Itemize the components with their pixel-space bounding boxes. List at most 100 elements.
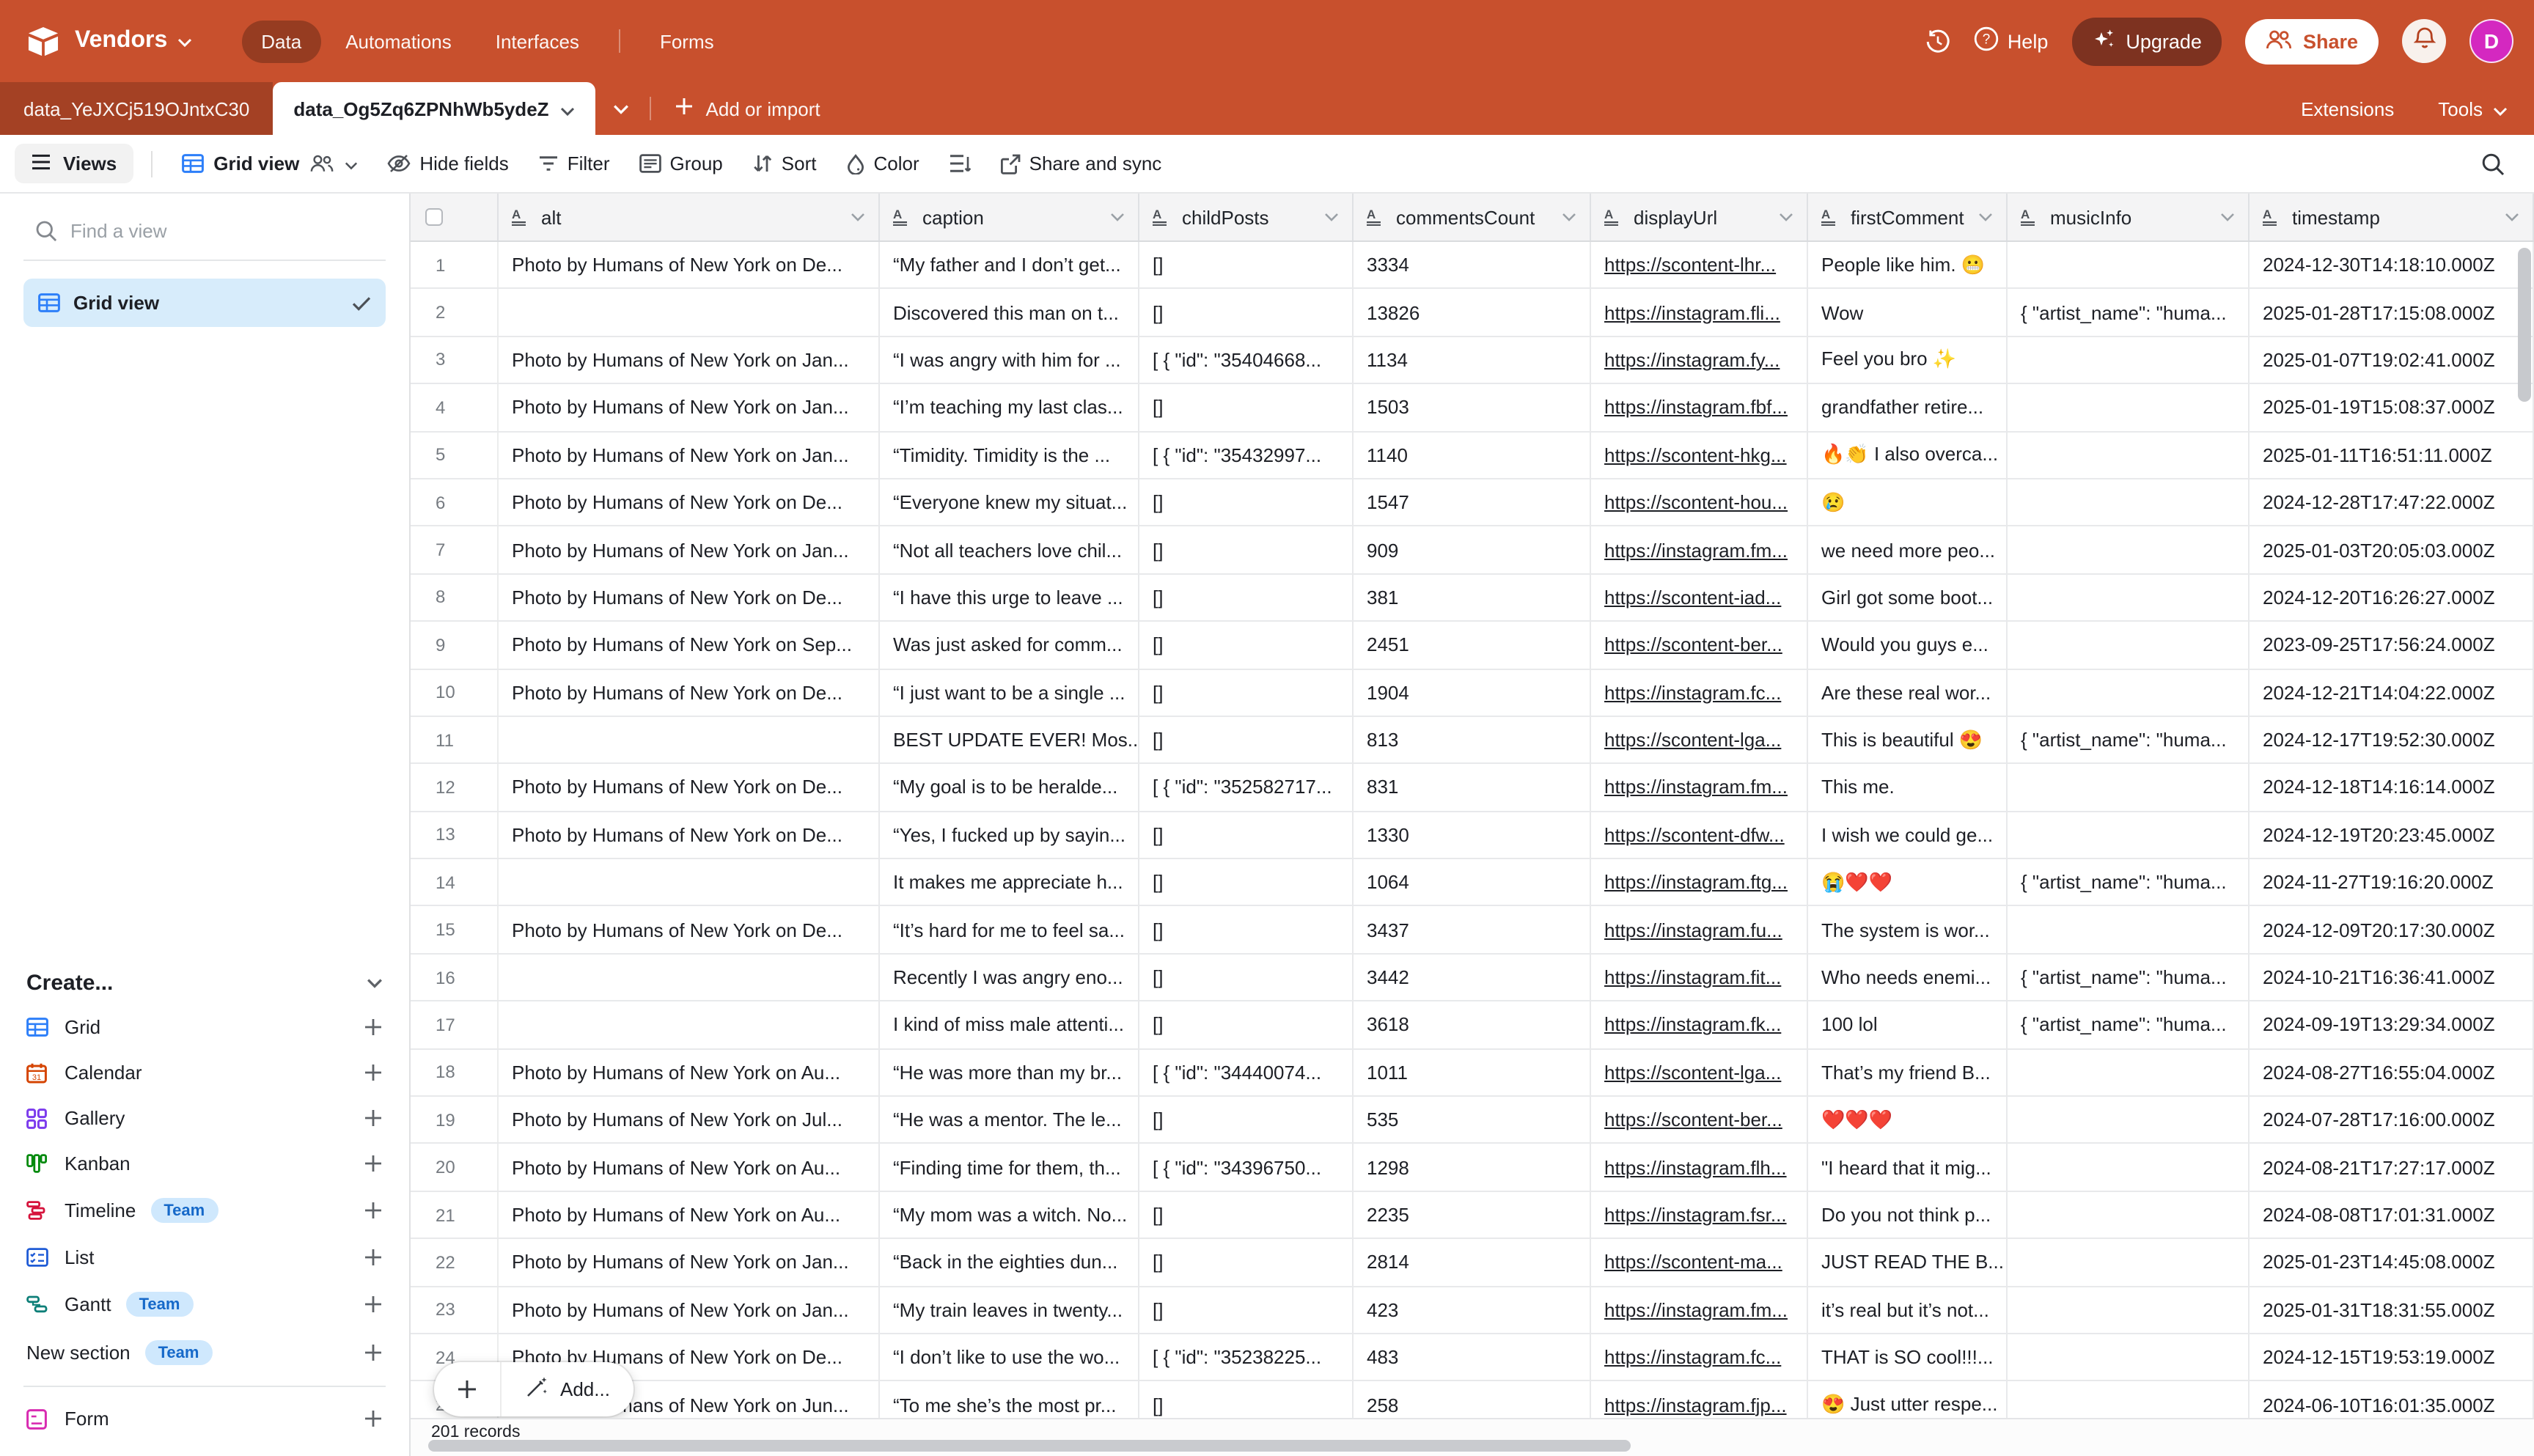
group-button[interactable]: Group [628, 144, 735, 183]
cell-musicInfo[interactable] [2008, 669, 2250, 716]
cell-musicInfo[interactable] [2008, 242, 2250, 288]
cell-alt[interactable]: Photo by Humans of New York on Au... [499, 1192, 880, 1238]
plus-icon[interactable] [364, 1108, 383, 1128]
cell-firstComment[interactable]: Do you not think p... [1808, 1192, 2008, 1238]
create-section-header[interactable]: Create... [23, 971, 386, 1004]
cell-commentsCount[interactable]: 1503 [1354, 384, 1591, 430]
cell-timestamp[interactable]: 2025-01-03T20:05:03.000Z [2250, 527, 2534, 573]
cell-commentsCount[interactable]: 831 [1354, 765, 1591, 811]
cell-commentsCount[interactable]: 381 [1354, 574, 1591, 620]
cell-alt[interactable]: Photo by Humans of New York on Sep... [499, 622, 880, 668]
cell-childPosts[interactable]: [ { "id": "34440074... [1139, 1049, 1354, 1095]
cell-displayUrl[interactable]: https://scontent-lga... [1591, 1049, 1808, 1095]
history-icon[interactable] [1925, 29, 1950, 54]
cell-childPosts[interactable]: [ { "id": "35238225... [1139, 1334, 1354, 1380]
chevron-down-icon[interactable] [2220, 213, 2235, 221]
url-link[interactable]: https://instagram.fit... [1604, 966, 1781, 988]
cell-displayUrl[interactable]: https://scontent-lga... [1591, 717, 1808, 763]
sidebar-item-grid-view[interactable]: Grid view [23, 279, 386, 327]
create-item-timeline[interactable]: TimelineTeam [23, 1186, 386, 1235]
cell-firstComment[interactable]: Who needs enemi... [1808, 955, 2008, 1001]
ai-add-button[interactable]: Add... [502, 1375, 634, 1403]
cell-commentsCount[interactable]: 3618 [1354, 1002, 1591, 1048]
cell-displayUrl[interactable]: https://instagram.fsr... [1591, 1192, 1808, 1238]
cell-timestamp[interactable]: 2025-01-28T17:15:08.000Z [2250, 290, 2534, 336]
cell-caption[interactable]: Was just asked for comm... [880, 622, 1139, 668]
cell-firstComment[interactable]: it’s real but it’s not... [1808, 1287, 2008, 1333]
cell-firstComment[interactable]: Feel you bro ✨ [1808, 337, 2008, 383]
cell-childPosts[interactable]: [] [1139, 1382, 1354, 1418]
cell-firstComment[interactable]: People like him. 😬 [1808, 242, 2008, 288]
row-number[interactable]: 16 [411, 955, 499, 1001]
cell-displayUrl[interactable]: https://instagram.fm... [1591, 1287, 1808, 1333]
create-item-gallery[interactable]: Gallery [23, 1095, 386, 1141]
cell-commentsCount[interactable]: 1330 [1354, 812, 1591, 858]
cell-childPosts[interactable]: [] [1139, 1002, 1354, 1048]
avatar[interactable]: D [2469, 19, 2513, 63]
cell-musicInfo[interactable] [2008, 622, 2250, 668]
chevron-down-icon[interactable] [1779, 213, 1793, 221]
cell-alt[interactable]: Photo by Humans of New York on Jul... [499, 1097, 880, 1143]
cell-displayUrl[interactable]: https://instagram.fit... [1591, 955, 1808, 1001]
cell-childPosts[interactable]: [] [1139, 384, 1354, 430]
cell-alt[interactable] [499, 290, 880, 336]
cell-timestamp[interactable]: 2024-12-09T20:17:30.000Z [2250, 907, 2534, 953]
cell-caption[interactable]: “I was angry with him for ... [880, 337, 1139, 383]
cell-commentsCount[interactable]: 483 [1354, 1334, 1591, 1380]
cell-commentsCount[interactable]: 535 [1354, 1097, 1591, 1143]
cell-musicInfo[interactable] [2008, 384, 2250, 430]
cell-displayUrl[interactable]: https://instagram.fbf... [1591, 384, 1808, 430]
cell-commentsCount[interactable]: 2451 [1354, 622, 1591, 668]
cell-musicInfo[interactable]: { "artist_name": "huma... [2008, 290, 2250, 336]
cell-firstComment[interactable]: That’s my friend B... [1808, 1049, 2008, 1095]
cell-musicInfo[interactable] [2008, 1334, 2250, 1380]
cell-musicInfo[interactable] [2008, 765, 2250, 811]
url-link[interactable]: https://instagram.fbf... [1604, 397, 1788, 419]
sort-button[interactable]: Sort [741, 144, 829, 183]
url-link[interactable]: https://instagram.fc... [1604, 1346, 1781, 1368]
cell-firstComment[interactable]: 😭❤️❤️ [1808, 859, 2008, 905]
cell-commentsCount[interactable]: 2235 [1354, 1192, 1591, 1238]
cell-displayUrl[interactable]: https://instagram.fm... [1591, 765, 1808, 811]
cell-firstComment[interactable]: This is beautiful 😍 [1808, 717, 2008, 763]
cell-displayUrl[interactable]: https://scontent-lhr... [1591, 242, 1808, 288]
cell-alt[interactable] [499, 859, 880, 905]
cell-commentsCount[interactable]: 813 [1354, 717, 1591, 763]
url-link[interactable]: https://instagram.flh... [1604, 1156, 1787, 1178]
cell-commentsCount[interactable]: 1134 [1354, 337, 1591, 383]
cell-caption[interactable]: “He was more than my br... [880, 1049, 1139, 1095]
cell-displayUrl[interactable]: https://instagram.fk... [1591, 1002, 1808, 1048]
select-all-checkbox[interactable] [425, 208, 443, 226]
row-number[interactable]: 1 [411, 242, 499, 288]
cell-firstComment[interactable]: The system is wor... [1808, 907, 2008, 953]
column-header-childPosts[interactable]: AchildPosts [1139, 194, 1354, 240]
cell-timestamp[interactable]: 2024-08-21T17:27:17.000Z [2250, 1144, 2534, 1191]
cell-musicInfo[interactable] [2008, 1287, 2250, 1333]
cell-childPosts[interactable]: [] [1139, 1239, 1354, 1285]
cell-timestamp[interactable]: 2024-08-27T16:55:04.000Z [2250, 1049, 2534, 1095]
row-number[interactable]: 10 [411, 669, 499, 716]
upgrade-button[interactable]: Upgrade [2071, 17, 2222, 65]
cell-caption[interactable]: “I just want to be a single ... [880, 669, 1139, 716]
cell-displayUrl[interactable]: https://scontent-ber... [1591, 622, 1808, 668]
cell-alt[interactable]: Photo by Humans of New York on Jan... [499, 384, 880, 430]
tab-interfaces[interactable]: Interfaces [477, 20, 598, 62]
hide-fields-button[interactable]: Hide fields [375, 144, 520, 183]
cell-caption[interactable]: “I’m teaching my last clas... [880, 384, 1139, 430]
url-link[interactable]: https://instagram.fy... [1604, 349, 1780, 371]
cell-musicInfo[interactable] [2008, 432, 2250, 478]
cell-caption[interactable]: “My goal is to be heralde... [880, 765, 1139, 811]
tab-automations[interactable]: Automations [326, 20, 471, 62]
cell-displayUrl[interactable]: https://instagram.fy... [1591, 337, 1808, 383]
cell-musicInfo[interactable] [2008, 1049, 2250, 1095]
row-number[interactable]: 22 [411, 1239, 499, 1285]
cell-commentsCount[interactable]: 1064 [1354, 859, 1591, 905]
cell-timestamp[interactable]: 2025-01-31T18:31:55.000Z [2250, 1287, 2534, 1333]
plus-icon[interactable] [364, 1295, 383, 1314]
cell-displayUrl[interactable]: https://scontent-ma... [1591, 1239, 1808, 1285]
cell-childPosts[interactable]: [ { "id": "35432997... [1139, 432, 1354, 478]
column-header-firstComment[interactable]: AfirstComment [1808, 194, 2008, 240]
url-link[interactable]: https://instagram.fsr... [1604, 1204, 1787, 1226]
chevron-down-icon[interactable] [1110, 213, 1125, 221]
cell-musicInfo[interactable] [2008, 527, 2250, 573]
